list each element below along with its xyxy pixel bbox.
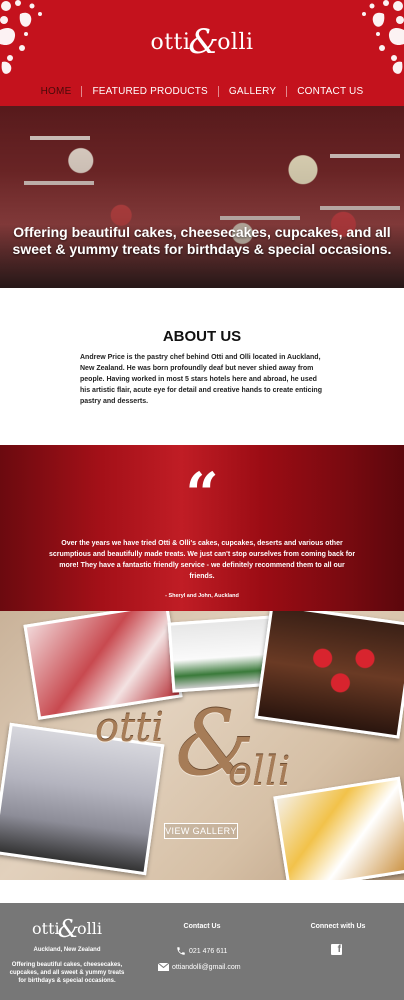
footer-phone-text: 021 476 611 <box>189 947 228 955</box>
testimonial-quote: Over the years we have tried Otti & Olli… <box>48 540 356 580</box>
hero-photo-overlay <box>0 106 404 288</box>
gallery-carved-text-right: olli <box>228 749 291 795</box>
phone-icon <box>177 947 185 955</box>
logo-ampersand: & <box>188 22 220 62</box>
footer-description: Offering beautiful cakes, cheesecakes, c… <box>9 962 125 984</box>
gallery-carved-text-left: otti <box>95 705 165 751</box>
testimonial-author: - Sheryl and John, Auckland <box>165 593 239 599</box>
nav-gallery[interactable]: GALLERY <box>219 86 286 97</box>
site-logo[interactable]: otti&olli <box>0 18 404 62</box>
footer-location: Auckland, New Zealand <box>33 947 101 953</box>
view-gallery-button[interactable]: VIEW GALLERY <box>164 823 238 839</box>
site-footer: otti&olli Auckland, New Zealand Offering… <box>0 903 404 1000</box>
testimonial-section: “ Over the years we have tried Otti & Ol… <box>0 445 404 611</box>
main-nav: HOME FEATURED PRODUCTS GALLERY CONTACT U… <box>0 86 404 97</box>
quote-icon: “ <box>185 460 219 528</box>
hero-banner: Offering beautiful cakes, cheesecakes, c… <box>0 106 404 288</box>
gallery-photo-cupcakes <box>23 611 183 720</box>
about-section: ABOUT US Andrew Price is the pastry chef… <box>0 288 404 445</box>
hero-tagline: Offering beautiful cakes, cheesecakes, c… <box>12 224 392 257</box>
footer-phone[interactable]: 021 476 611 <box>176 946 227 956</box>
footer-logo-ampersand: & <box>57 915 79 943</box>
nav-contact-us[interactable]: CONTACT US <box>287 86 373 97</box>
footer-contact-heading: Contact Us <box>183 923 221 930</box>
logo-text-left: otti <box>150 30 191 55</box>
nav-featured-products[interactable]: FEATURED PRODUCTS <box>82 86 217 97</box>
footer-logo-right: olli <box>77 919 102 938</box>
site-header: otti&olli HOME FEATURED PRODUCTS GALLERY… <box>0 0 404 106</box>
footer-email-text: ottiandolli@gmail.com <box>172 963 241 971</box>
facebook-icon[interactable]: f <box>331 944 342 955</box>
email-icon <box>158 963 169 971</box>
gallery-section: otti & olli VIEW GALLERY <box>0 611 404 880</box>
gallery-photo-rose-cake <box>254 611 404 739</box>
footer-email[interactable]: ottiandolli@gmail.com <box>158 963 241 971</box>
footer-logo[interactable]: otti&olli <box>22 912 112 943</box>
footer-logo-left: otti <box>32 919 60 938</box>
footer-connect-heading: Connect with Us <box>310 923 366 930</box>
about-heading: ABOUT US <box>162 328 242 345</box>
nav-home[interactable]: HOME <box>31 86 82 97</box>
about-body: Andrew Price is the pastry chef behind O… <box>80 354 322 405</box>
logo-text-right: olli <box>217 30 254 55</box>
gallery-photo-desserts <box>273 776 404 880</box>
